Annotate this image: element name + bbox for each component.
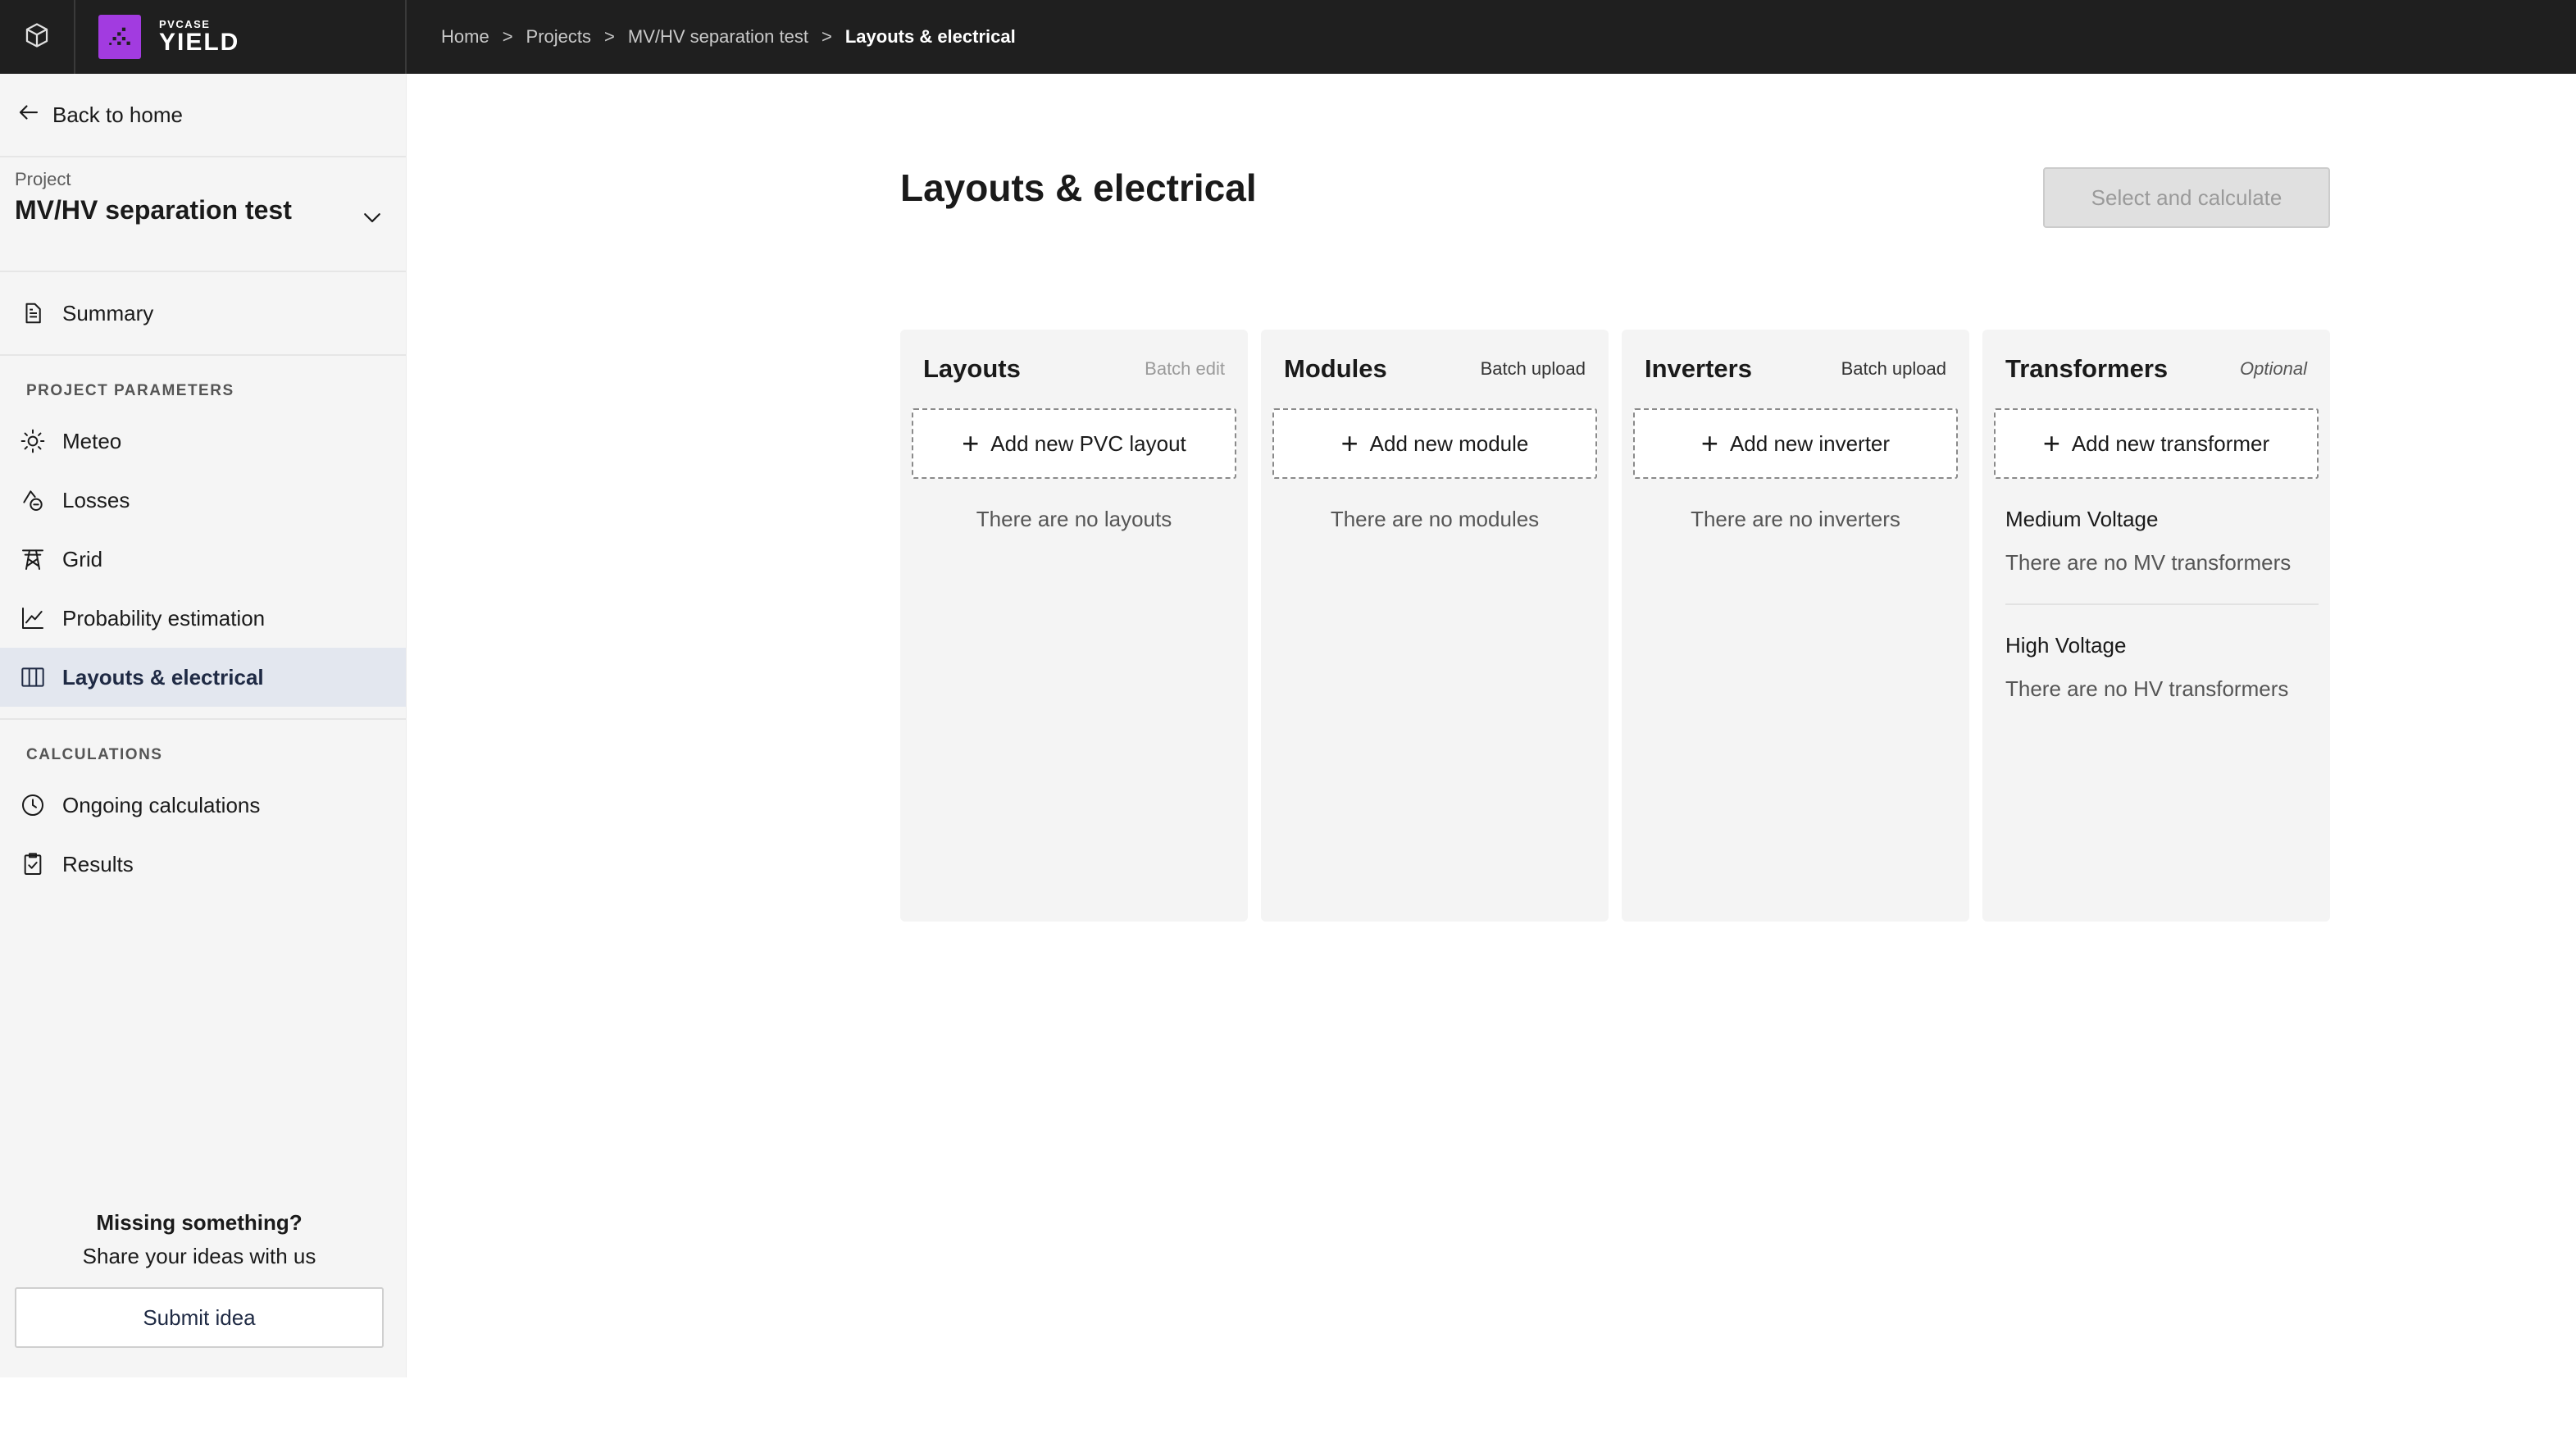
sun-icon	[18, 426, 48, 456]
plus-icon: +	[2042, 426, 2060, 460]
add-button-label: Add new inverter	[1729, 430, 1891, 456]
select-and-calculate-button[interactable]: Select and calculate	[2043, 167, 2330, 228]
plus-icon: +	[962, 426, 980, 460]
divider	[2005, 603, 2319, 605]
breadcrumb-separator: >	[502, 26, 513, 47]
empty-state: There are no modules	[1330, 507, 1540, 531]
document-icon	[18, 298, 48, 328]
feedback-title: Missing something?	[96, 1210, 303, 1235]
sidebar-item-label: Results	[62, 851, 134, 876]
columns-icon	[18, 662, 48, 692]
empty-state: There are no inverters	[1691, 507, 1900, 531]
column-title: Layouts	[923, 354, 1021, 383]
sidebar: Back to home Project MV/HV separation te…	[0, 74, 407, 1377]
sidebar-item-label: Losses	[62, 487, 130, 512]
sidebar-item-summary[interactable]: Summary	[0, 284, 406, 343]
column-title: Modules	[1284, 354, 1387, 383]
add-transformer-button[interactable]: + Add new transformer	[1994, 408, 2319, 479]
breadcrumb: Home > Projects > MV/HV separation test …	[407, 26, 1016, 48]
back-arrow-icon	[16, 100, 52, 130]
grid-tower-icon	[18, 544, 48, 574]
sidebar-item-losses[interactable]: Losses	[0, 471, 406, 530]
sidebar-item-label: Layouts & electrical	[62, 664, 264, 690]
clock-icon	[18, 790, 48, 820]
batch-edit-button[interactable]: Batch edit	[1145, 358, 1225, 380]
submit-idea-button[interactable]: Submit idea	[15, 1287, 384, 1348]
column-title: Inverters	[1645, 354, 1752, 383]
breadcrumb-projects[interactable]: Projects	[526, 26, 591, 48]
feedback-subtitle: Share your ideas with us	[82, 1244, 316, 1268]
cube-icon[interactable]	[23, 21, 51, 53]
modules-column: Modules Batch upload + Add new module Th…	[1261, 330, 1609, 922]
breadcrumb-separator: >	[821, 26, 832, 47]
sidebar-item-probability-estimation[interactable]: Probability estimation	[0, 589, 406, 648]
losses-icon	[18, 485, 48, 515]
breadcrumb-home[interactable]: Home	[441, 26, 489, 48]
section-heading-project-parameters: PROJECT PARAMETERS	[26, 382, 234, 399]
add-layout-button[interactable]: + Add new PVC layout	[912, 408, 1236, 479]
brand-logo[interactable]: PVCASE YIELD	[75, 0, 407, 74]
add-inverter-button[interactable]: + Add new inverter	[1633, 408, 1958, 479]
chevron-down-icon[interactable]	[360, 205, 385, 234]
sidebar-item-label: Meteo	[62, 428, 122, 453]
plus-icon: +	[1340, 426, 1359, 460]
app-switcher[interactable]	[0, 0, 75, 74]
batch-upload-button[interactable]: Batch upload	[1841, 358, 1946, 380]
add-button-label: Add new PVC layout	[990, 430, 1186, 456]
inverters-column: Inverters Batch upload + Add new inverte…	[1622, 330, 1969, 922]
transformers-column: Transformers Optional + Add new transfor…	[1982, 330, 2330, 922]
breadcrumb-project[interactable]: MV/HV separation test	[628, 26, 808, 48]
sidebar-item-label: Grid	[62, 546, 103, 571]
sidebar-item-ongoing-calculations[interactable]: Ongoing calculations	[0, 776, 406, 835]
breadcrumb-current: Layouts & electrical	[844, 26, 1016, 47]
sidebar-item-meteo[interactable]: Meteo	[0, 412, 406, 471]
project-name: MV/HV separation test	[15, 195, 292, 225]
add-button-label: Add new module	[1369, 430, 1529, 456]
feedback-panel: Missing something? Share your ideas with…	[15, 1210, 384, 1348]
sidebar-item-layouts-electrical[interactable]: Layouts & electrical	[0, 648, 406, 707]
layouts-column: Layouts Batch edit + Add new PVC layout …	[900, 330, 1248, 922]
sidebar-item-label: Summary	[62, 300, 154, 325]
main-content: Layouts & electrical Select and calculat…	[407, 74, 2576, 1443]
sidebar-item-label: Probability estimation	[62, 605, 266, 630]
back-to-home-link[interactable]: Back to home	[0, 74, 406, 157]
mv-empty-state: There are no MV transformers	[2005, 550, 2292, 575]
clipboard-check-icon	[18, 849, 48, 879]
top-bar: PVCASE YIELD Home > Projects > MV/HV sep…	[0, 0, 2576, 74]
medium-voltage-heading: Medium Voltage	[2005, 507, 2159, 531]
breadcrumb-separator: >	[604, 26, 615, 47]
hv-empty-state: There are no HV transformers	[2005, 676, 2289, 701]
empty-state: There are no layouts	[976, 507, 1172, 531]
sidebar-item-label: Ongoing calculations	[62, 792, 261, 817]
add-button-label: Add new transformer	[2071, 430, 2270, 456]
optional-tag: Optional	[2240, 358, 2307, 379]
column-title: Transformers	[2005, 354, 2169, 383]
back-to-home-label: Back to home	[52, 102, 183, 127]
page-title: Layouts & electrical	[900, 166, 1257, 209]
section-heading-calculations: CALCULATIONS	[26, 746, 163, 763]
project-label: Project	[15, 169, 71, 189]
add-module-button[interactable]: + Add new module	[1272, 408, 1597, 479]
project-selector[interactable]: Project MV/HV separation test	[0, 157, 406, 272]
logo-mark-icon	[98, 15, 141, 59]
batch-upload-button[interactable]: Batch upload	[1481, 358, 1586, 380]
high-voltage-heading: High Voltage	[2005, 633, 2127, 658]
brand-name: YIELD	[159, 29, 240, 56]
sidebar-item-results[interactable]: Results	[0, 835, 406, 894]
chart-line-icon	[18, 603, 48, 633]
plus-icon: +	[1700, 426, 1718, 460]
sidebar-item-grid[interactable]: Grid	[0, 530, 406, 589]
columns-container: Layouts Batch edit + Add new PVC layout …	[900, 330, 2330, 922]
